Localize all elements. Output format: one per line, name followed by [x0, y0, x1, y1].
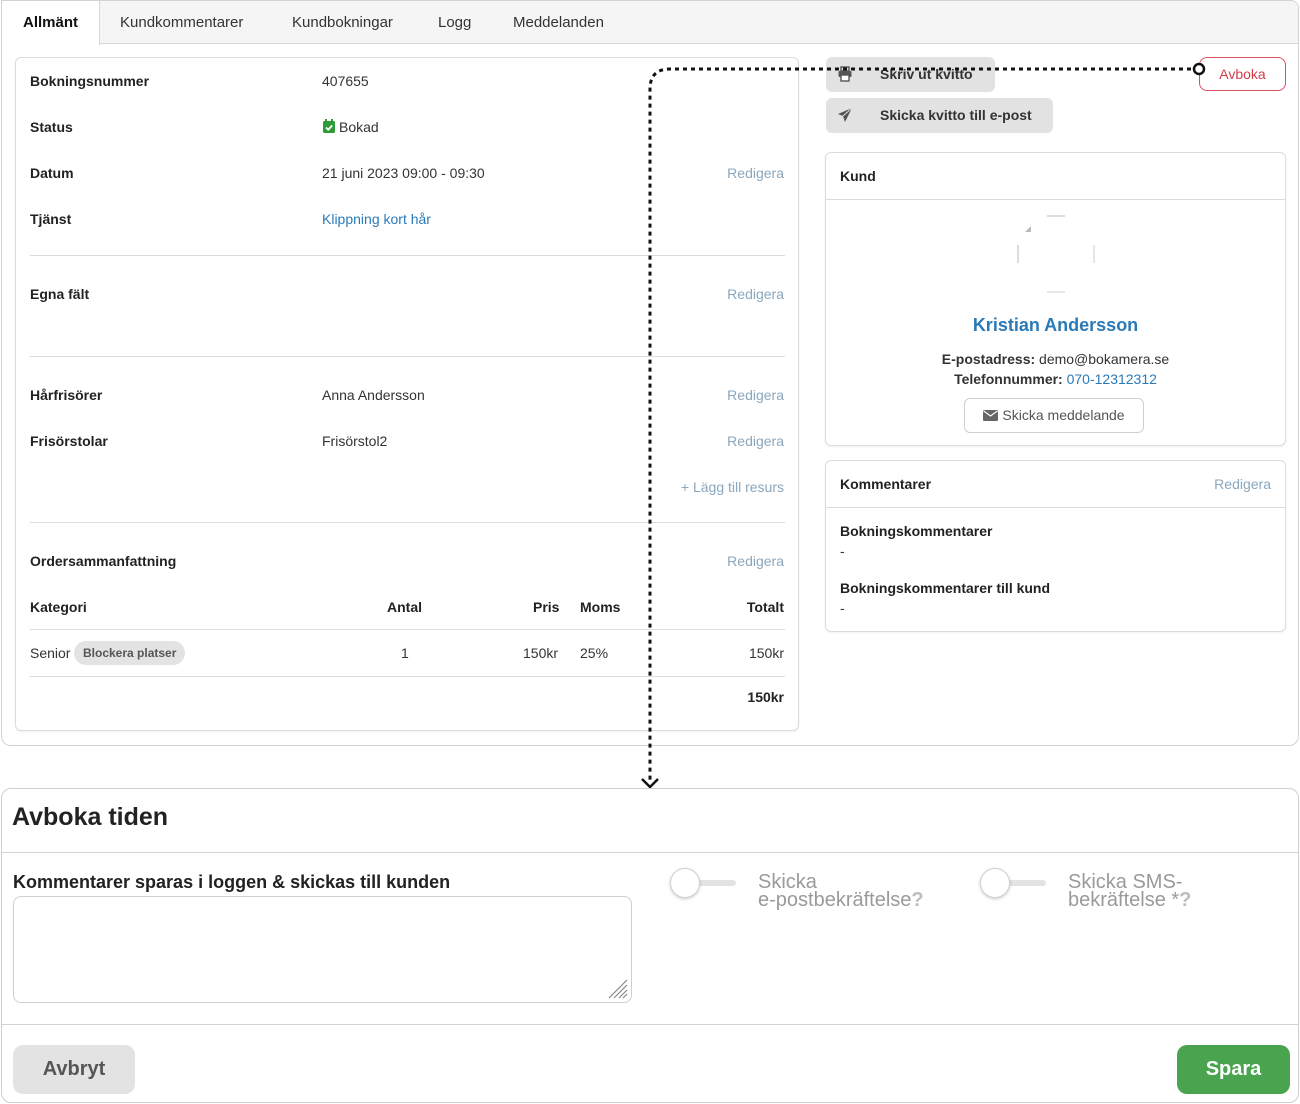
sms-confirmation-label: Skicka SMS- bekräftelse *?	[1068, 871, 1192, 911]
resize-handle-icon[interactable]	[606, 977, 628, 999]
save-button[interactable]: Spara	[1177, 1045, 1290, 1094]
cancel-booking-dialog: Avboka tiden Kommentarer sparas i loggen…	[1, 788, 1299, 1103]
dialog-title: Avboka tiden	[12, 803, 169, 831]
sms-confirmation-toggle[interactable]	[980, 868, 1048, 898]
email-confirmation-label: Skicka e-postbekräftelse?	[758, 871, 924, 911]
cancel-button[interactable]: Avbryt	[13, 1045, 135, 1094]
email-confirmation-toggle[interactable]	[670, 868, 738, 898]
help-icon[interactable]: ?	[911, 889, 923, 911]
divider	[2, 852, 1298, 853]
cancel-comment-textarea[interactable]	[13, 896, 632, 1003]
help-icon[interactable]: ?	[1179, 889, 1191, 911]
divider	[2, 1024, 1298, 1025]
comment-field-label: Kommentarer sparas i loggen & skickas ti…	[13, 872, 451, 892]
